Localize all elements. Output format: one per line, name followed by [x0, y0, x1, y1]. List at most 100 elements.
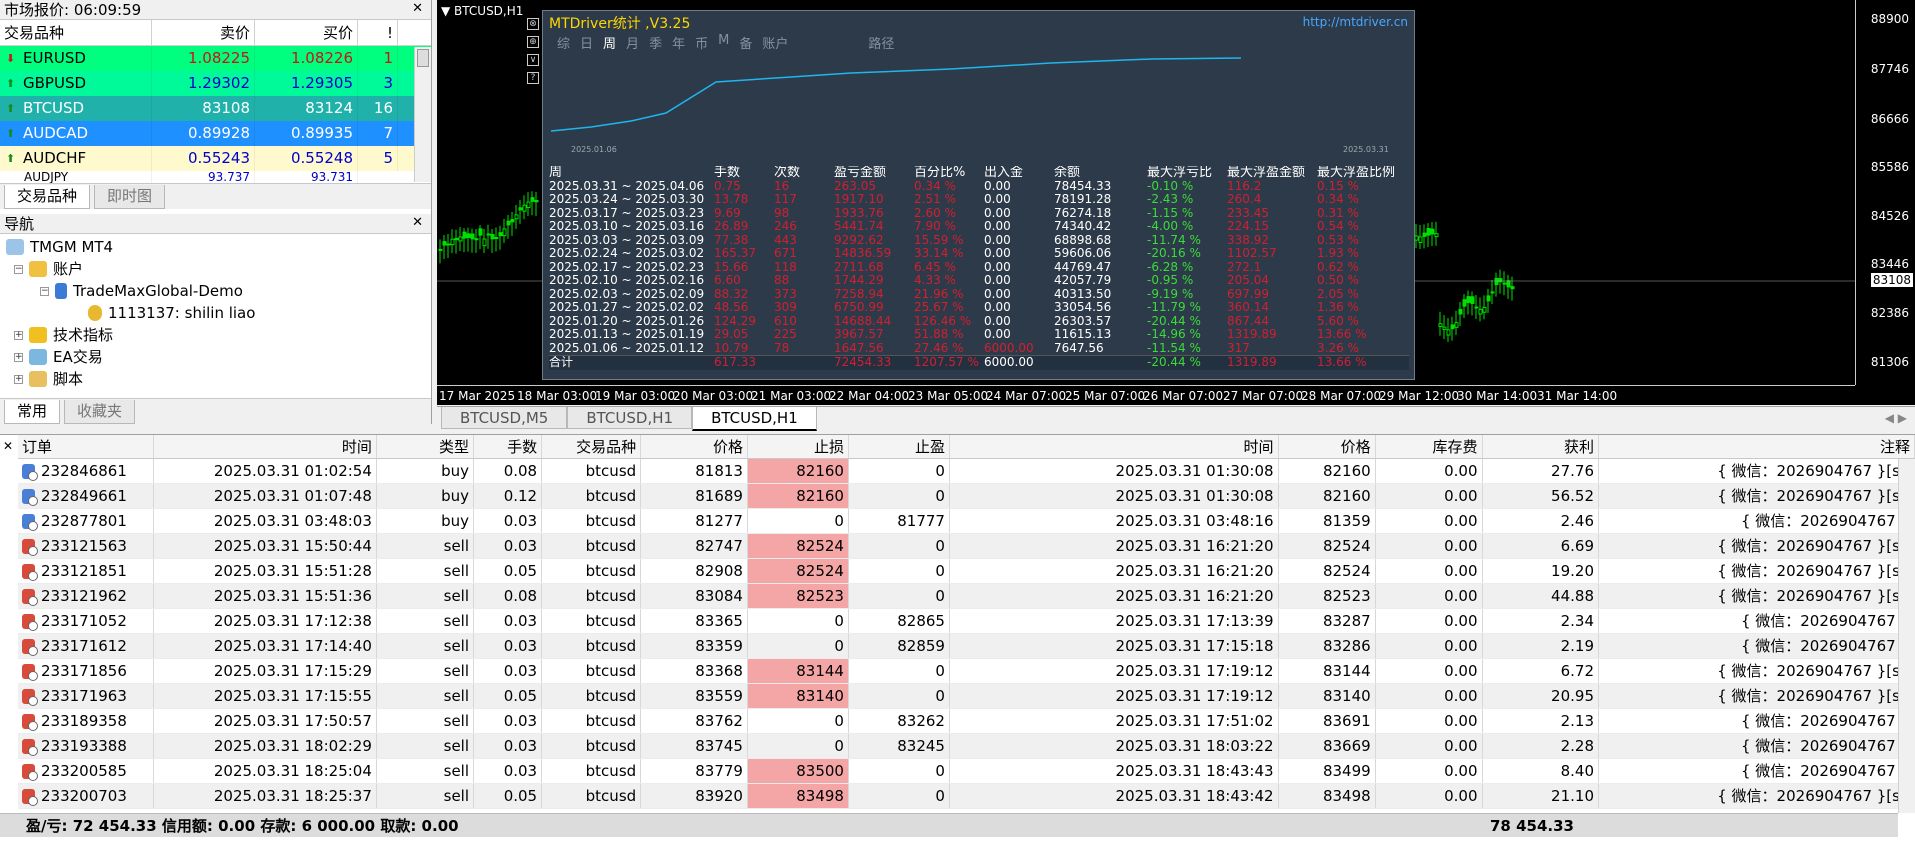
stats-tab[interactable]: 日	[580, 33, 593, 52]
stats-tab[interactable]: 币	[695, 33, 708, 52]
collapse-icon[interactable]: −	[40, 286, 49, 296]
history-row[interactable]: 233171052 2025.03.31 17:12:38 sell 0.03 btcu…	[18, 609, 1915, 634]
history-row[interactable]: 233200585 2025.03.31 18:25:04 sell 0.03 btcu…	[18, 759, 1915, 784]
history-col-header[interactable]: 交易品种	[542, 435, 642, 458]
filter-icon[interactable]: ∨	[527, 54, 539, 66]
equity-curve	[551, 57, 1242, 132]
history-row[interactable]: 233193388 2025.03.31 18:02:29 sell 0.03 btcu…	[18, 734, 1915, 759]
history-col-header[interactable]: 价格	[1279, 435, 1376, 458]
tab-common[interactable]: 常用	[4, 400, 61, 424]
history-col-header[interactable]: 订单	[18, 435, 154, 458]
history-row[interactable]: 233121851 2025.03.31 15:51:28 sell 0.05 btcu…	[18, 559, 1915, 584]
bid-cell: 0.89928	[152, 121, 255, 146]
history-row[interactable]: 233200703 2025.03.31 18:25:37 sell 0.05 btcu…	[18, 784, 1915, 809]
history-cell: 81777	[849, 509, 950, 533]
stats-cell: 2.51 %	[914, 193, 956, 206]
history-row[interactable]: 233121962 2025.03.31 15:51:36 sell 0.08 btcu…	[18, 584, 1915, 609]
tab-favorites[interactable]: 收藏夹	[64, 400, 136, 424]
tree-root[interactable]: TMGM MT4	[0, 236, 431, 258]
col-bid[interactable]: 卖价	[152, 20, 255, 45]
tree-account[interactable]: 1113137: shilin liao	[0, 302, 431, 324]
toggle-icon[interactable]: ⊗	[527, 18, 539, 30]
scroll-thumb[interactable]	[417, 49, 429, 67]
collapse-icon[interactable]: −	[14, 264, 23, 274]
history-col-header[interactable]: 时间	[950, 435, 1279, 458]
stats-tab[interactable]: 路径	[868, 33, 894, 52]
candle	[494, 227, 499, 252]
history-row[interactable]: 232849661 2025.03.31 01:07:48 buy 0.12 btcus…	[18, 484, 1915, 509]
history-col-header[interactable]: 类型	[377, 435, 475, 458]
stats-cell: 13.66 %	[1317, 328, 1367, 341]
stats-tab[interactable]: 账户	[762, 33, 788, 52]
price-chart[interactable]: ▼ BTCUSD,H1 ⊗ ⊕ ∨ ? MTDriver统计 ,V3.25 ht…	[437, 0, 1915, 405]
tab-symbols[interactable]: 交易品种	[4, 185, 91, 209]
chart-tab-btcusd-h1-active[interactable]: BTCUSD,H1	[692, 407, 817, 431]
history-col-header[interactable]: 库存费	[1376, 435, 1483, 458]
history-row[interactable]: 232846861 2025.03.31 01:02:54 buy 0.08 btcus…	[18, 459, 1915, 484]
stats-total-cell: 1207.57 %	[914, 356, 979, 369]
history-row[interactable]: 232877801 2025.03.31 03:48:03 buy 0.03 btcus…	[18, 509, 1915, 534]
stats-header-cell: 手数	[714, 166, 741, 180]
market-watch-row[interactable]: ⬆ BTCUSD 83108 83124 16	[0, 96, 431, 121]
tab-scroll-arrows[interactable]: ◀ ▶	[1885, 407, 1907, 429]
history-cell: 233171856	[18, 659, 154, 683]
history-cell: 2.46	[1483, 509, 1599, 533]
price-label: 81306	[1870, 355, 1909, 369]
history-col-header[interactable]: 手数	[474, 435, 543, 458]
history-col-header[interactable]: 价格	[641, 435, 748, 458]
history-cell: 0	[849, 484, 950, 508]
tree-scripts[interactable]: + 脚本	[0, 368, 431, 390]
tree-server[interactable]: − TradeMaxGlobal-Demo	[0, 280, 431, 302]
help-icon[interactable]: ?	[527, 72, 539, 84]
history-cell: 2025.03.31 17:19:12	[950, 684, 1279, 708]
expand-icon[interactable]: +	[14, 330, 23, 340]
tab-tick-chart[interactable]: 即时图	[94, 185, 166, 209]
tree-experts[interactable]: + EA交易	[0, 346, 431, 368]
close-icon[interactable]: ✕	[412, 215, 423, 230]
history-col-header[interactable]: 获利	[1483, 435, 1599, 458]
stats-tab[interactable]: 周	[603, 33, 616, 52]
market-watch-row[interactable]: ⬆ AUDCHF 0.55243 0.55248 5	[0, 146, 431, 171]
history-col-header[interactable]: 注释	[1599, 435, 1915, 458]
history-row[interactable]: 233171856 2025.03.31 17:15:29 sell 0.03 btcu…	[18, 659, 1915, 684]
stats-tab[interactable]: 月	[626, 33, 639, 52]
history-row[interactable]: 233121563 2025.03.31 15:50:44 sell 0.03 btcu…	[18, 534, 1915, 559]
history-cell: { 微信：2026904767 }[sl]	[1599, 684, 1915, 708]
col-ask[interactable]: 买价	[255, 20, 358, 45]
history-row[interactable]: 233171963 2025.03.31 17:15:55 sell 0.05 btcu…	[18, 684, 1915, 709]
settings-icon[interactable]: ⊕	[527, 36, 539, 48]
history-col-header[interactable]: 止盈	[849, 435, 950, 458]
stats-tab[interactable]: 年	[672, 33, 685, 52]
stats-tab[interactable]: M	[718, 33, 729, 52]
history-cell: 27.76	[1483, 459, 1599, 483]
history-col-header[interactable]: 时间	[154, 435, 377, 458]
history-col-header[interactable]: 止损	[748, 435, 849, 458]
chart-tab-btcusd-m5[interactable]: BTCUSD,M5	[441, 407, 568, 429]
stats-cell: 2025.02.03 ~ 2025.02.09	[549, 287, 705, 301]
market-watch-row[interactable]: ⬆ GBPUSD 1.29302 1.29305 3	[0, 71, 431, 96]
market-watch-row[interactable]: ⬆ AUDCAD 0.89928 0.89935 7	[0, 121, 431, 146]
history-row[interactable]: 233189358 2025.03.31 17:50:57 sell 0.03 btcu…	[18, 709, 1915, 734]
chart-tab-btcusd-h1[interactable]: BTCUSD,H1	[567, 407, 693, 429]
col-symbol[interactable]: 交易品种	[0, 20, 152, 45]
history-cell: btcusd	[542, 684, 642, 708]
stats-url[interactable]: http://mtdriver.cn	[1303, 15, 1408, 29]
close-icon[interactable]: ✕	[412, 1, 423, 16]
stats-tab[interactable]: 季	[649, 33, 662, 52]
stats-cell: 0.54 %	[1317, 220, 1359, 233]
history-scrollbar[interactable]	[1898, 459, 1915, 813]
history-row[interactable]: 233171612 2025.03.31 17:14:40 sell 0.03 btcu…	[18, 634, 1915, 659]
expand-icon[interactable]: +	[14, 374, 23, 384]
tree-indicators[interactable]: + 技术指标	[0, 324, 431, 346]
time-label: 28 Mar 07:00	[1301, 389, 1382, 403]
tree-accounts[interactable]: − 账户	[0, 258, 431, 280]
close-icon[interactable]: ✕	[3, 439, 13, 453]
stats-tab[interactable]: 综	[557, 33, 570, 52]
market-watch-row[interactable]: ⬇ EURUSD 1.08225 1.08226 1	[0, 46, 431, 71]
expand-icon[interactable]: +	[14, 352, 23, 362]
col-spread[interactable]: !	[358, 20, 398, 45]
history-cell: sell	[377, 534, 475, 558]
market-watch-scrollbar[interactable]	[414, 47, 431, 182]
stats-tab[interactable]: 备	[739, 33, 752, 52]
sell-order-icon	[22, 664, 38, 681]
